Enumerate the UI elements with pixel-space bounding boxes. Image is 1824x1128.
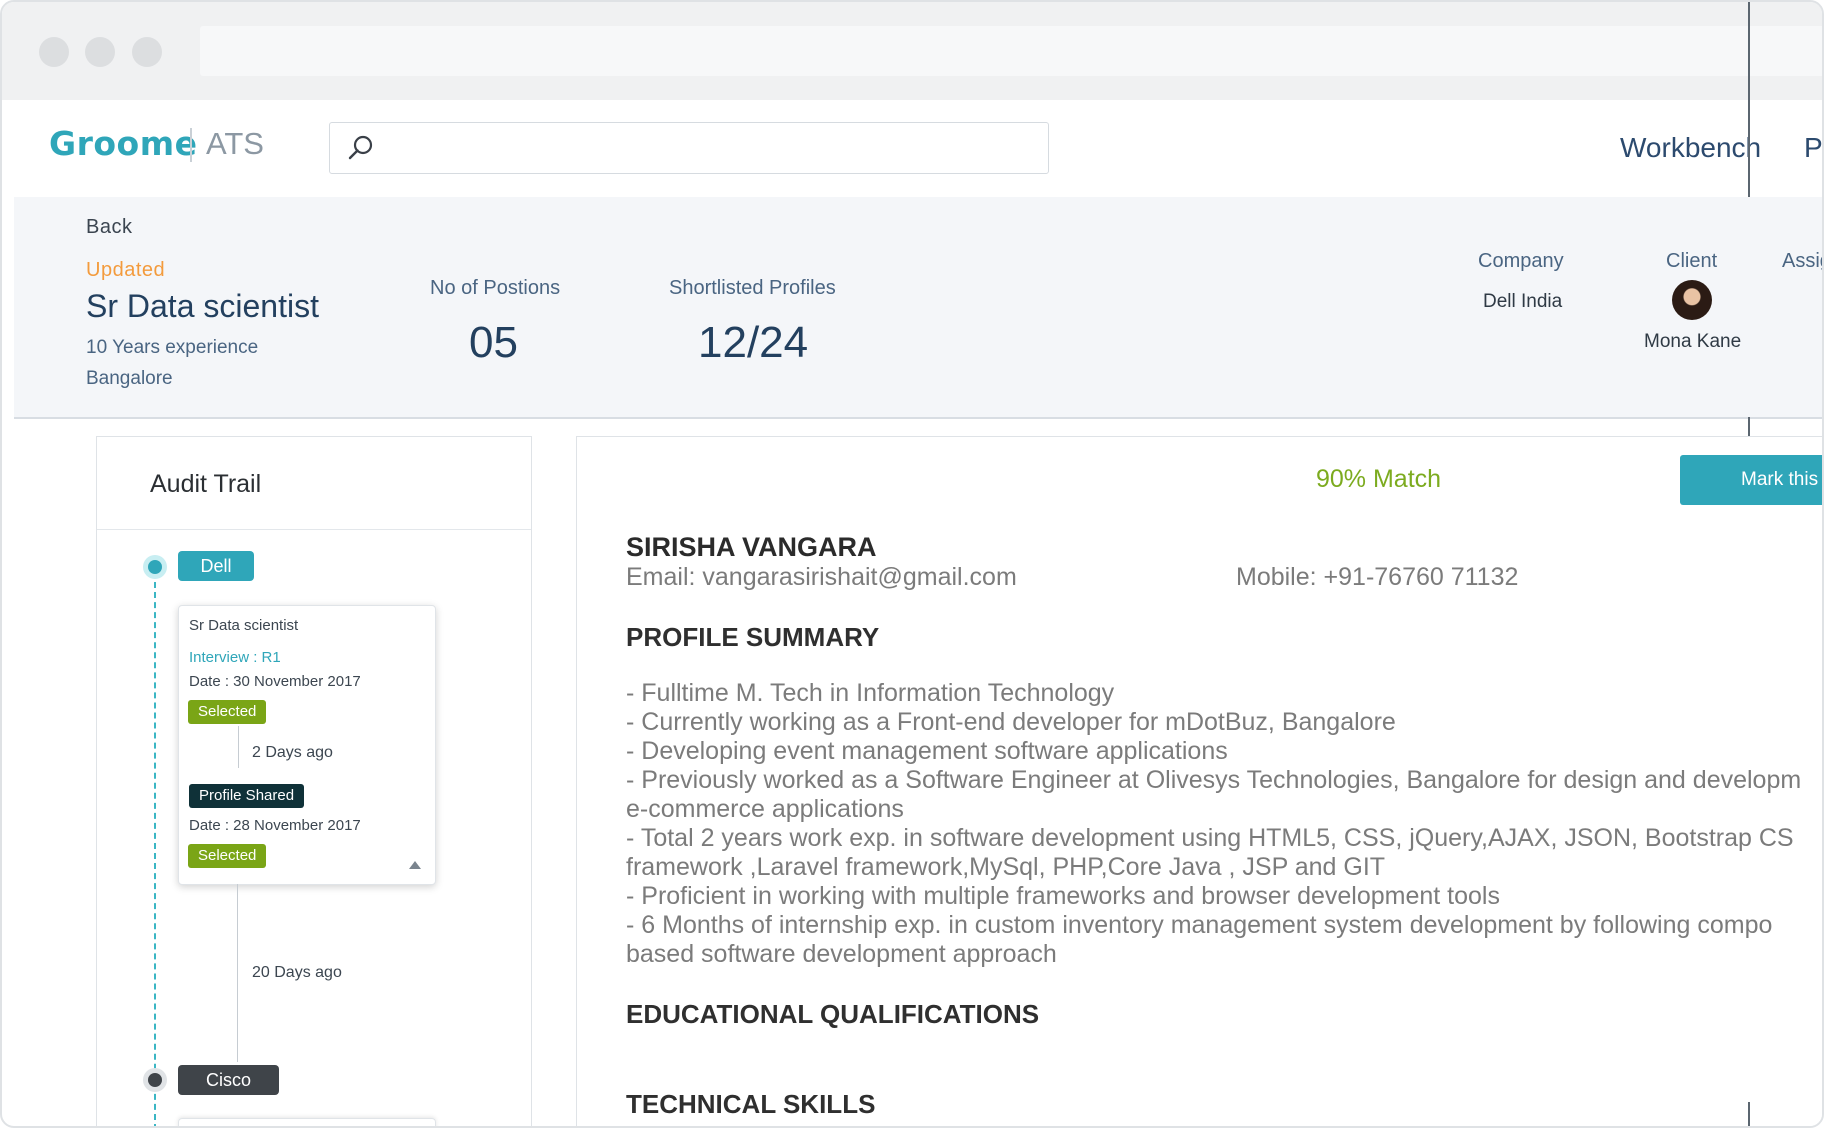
- job-location: Bangalore: [86, 368, 173, 389]
- audit-divider: [97, 529, 531, 530]
- summary-line: - Fulltime M. Tech in Information Techno…: [626, 679, 1115, 707]
- collapse-arrow-icon[interactable]: [409, 861, 421, 869]
- browser-window: Groome ATS Workbench Pr Back Updated Sr …: [0, 0, 1824, 1128]
- logo-divider: [190, 128, 192, 162]
- client-name: Mona Kane: [1644, 331, 1742, 352]
- event-role: Sr Data scientist: [189, 617, 299, 634]
- shortlisted-label: Shortlisted Profiles: [669, 277, 836, 299]
- education-heading: EDUCATIONAL QUALIFICATIONS: [626, 999, 1040, 1029]
- summary-line: framework ,Laravel framework,MySql, PHP,…: [626, 853, 1386, 881]
- summary-line: - 6 Months of internship exp. in custom …: [626, 911, 1773, 939]
- client-label: Client: [1666, 250, 1718, 272]
- address-bar[interactable]: [200, 26, 1822, 76]
- summary-line: - Previously worked as a Software Engine…: [626, 766, 1802, 794]
- summary-line: - Proficient in working with multiple fr…: [626, 882, 1500, 910]
- profile-summary: - Fulltime M. Tech in Information Techno…: [626, 679, 1822, 969]
- company-value: Dell India: [1483, 291, 1563, 312]
- summary-line: - Total 2 years work exp. in software de…: [626, 824, 1794, 852]
- technical-skills-heading: TECHNICAL SKILLS: [626, 1089, 876, 1119]
- timeline-connector: [237, 884, 238, 1062]
- overlay-guide-line: [1748, 417, 1750, 437]
- summary-line: - Currently working as a Front-end devel…: [626, 708, 1396, 736]
- timeline-node: [148, 1073, 162, 1087]
- brand-logo[interactable]: Groome: [49, 124, 197, 163]
- browser-chrome: [2, 2, 1822, 100]
- search-input[interactable]: [329, 122, 1049, 174]
- positions-label: No of Postions: [430, 277, 561, 299]
- window-minimize-dot[interactable]: [85, 37, 115, 67]
- product-name: ATS: [206, 126, 264, 161]
- company-chip-cisco[interactable]: Cisco: [178, 1065, 279, 1095]
- company-chip-dell[interactable]: Dell: [178, 551, 254, 581]
- positions-value: 05: [469, 318, 518, 367]
- timeline-node: [148, 560, 162, 574]
- overlay-guide-line: [1748, 2, 1750, 197]
- candidate-name: SIRISHA VANGARA: [626, 532, 877, 562]
- match-score: 90% Match: [1316, 465, 1442, 493]
- card-timeline-line: [238, 726, 239, 768]
- event-interview: Interview : R1: [189, 649, 281, 666]
- client-avatar[interactable]: [1672, 280, 1712, 320]
- timeline-line: [154, 582, 156, 1126]
- summary-line: based software development approach: [626, 940, 1057, 968]
- back-link[interactable]: Back: [86, 216, 132, 239]
- candidate-mobile: Mobile: +91-76760 71132: [1236, 563, 1519, 591]
- mark-button[interactable]: Mark this: [1680, 455, 1822, 505]
- summary-line: - Developing event management software a…: [626, 737, 1228, 765]
- search-icon: [348, 135, 373, 160]
- audit-trail-title: Audit Trail: [150, 470, 262, 498]
- summary-line: e-commerce applications: [626, 795, 904, 823]
- status-badge-profile-shared: Profile Shared: [189, 784, 305, 808]
- overlay-guide-line: [1748, 1102, 1750, 1126]
- job-experience: 10 Years experience: [86, 337, 259, 358]
- job-status: Updated: [86, 259, 166, 281]
- event-date: Date : 30 November 2017: [189, 673, 361, 690]
- candidate-email: Email: vangarasirishait@gmail.com: [626, 563, 1017, 591]
- company-label: Company: [1478, 250, 1564, 272]
- shortlisted-value[interactable]: 12/24: [698, 318, 808, 368]
- assignee-label: Assig: [1782, 250, 1822, 272]
- nav-item-truncated[interactable]: Pr: [1804, 132, 1822, 164]
- event-date: Date : 28 November 2017: [189, 817, 361, 834]
- audit-event-card: [178, 1118, 436, 1126]
- profile-summary-heading: PROFILE SUMMARY: [626, 622, 880, 652]
- status-badge-selected: Selected: [188, 700, 267, 724]
- job-title: Sr Data scientist: [86, 288, 319, 324]
- event-time-ago: 2 Days ago: [252, 744, 333, 761]
- window-close-dot[interactable]: [39, 37, 69, 67]
- event-time-ago: 20 Days ago: [252, 964, 342, 981]
- window-maximize-dot[interactable]: [132, 37, 162, 67]
- nav-workbench[interactable]: Workbench: [1620, 132, 1761, 164]
- status-badge-selected: Selected: [188, 844, 267, 868]
